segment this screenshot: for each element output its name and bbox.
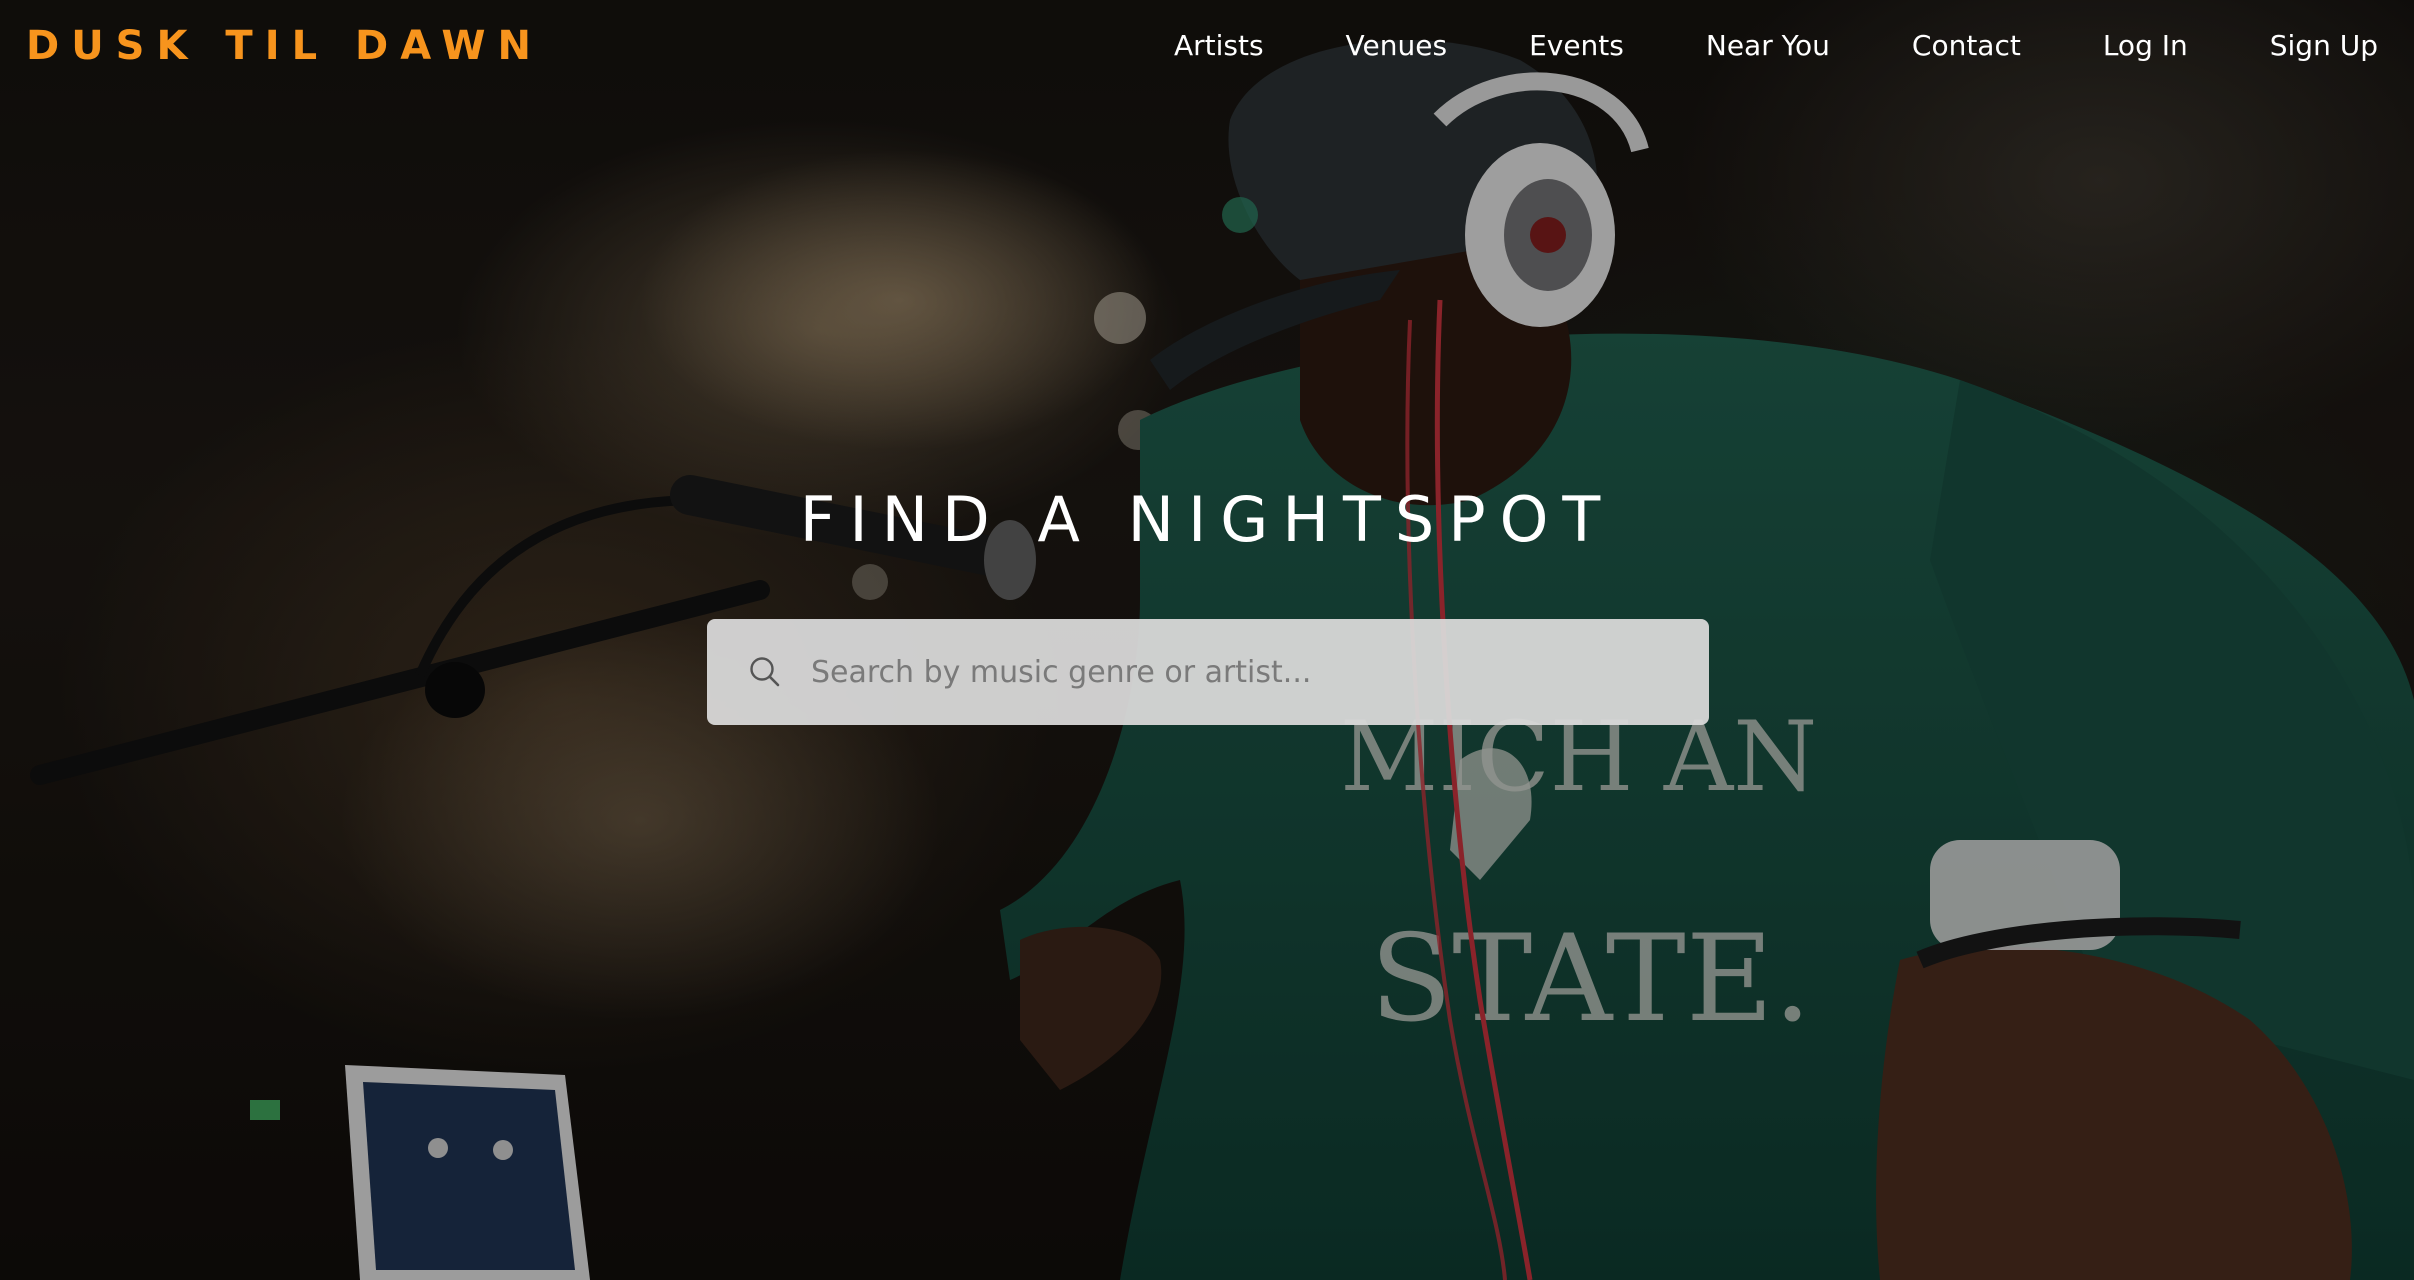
nav-item-sign-up[interactable]: Sign Up bbox=[2270, 26, 2378, 66]
hero-title: FIND A NIGHTSPOT bbox=[799, 483, 1615, 556]
nav-item-near-you[interactable]: Near You bbox=[1706, 26, 1830, 66]
nav-item-events[interactable]: Events bbox=[1529, 26, 1624, 66]
search-bar[interactable] bbox=[707, 619, 1709, 725]
search-input[interactable] bbox=[809, 641, 1679, 703]
nav-item-contact[interactable]: Contact bbox=[1912, 26, 2021, 66]
nav-item-log-in[interactable]: Log In bbox=[2103, 26, 2188, 66]
nav-item-venues[interactable]: Venues bbox=[1346, 26, 1448, 66]
nav-item-artists[interactable]: Artists bbox=[1174, 26, 1264, 66]
page: MICH AN STATE. DUSK TIL DAWN Artists Ven… bbox=[0, 0, 2414, 1280]
site-logo[interactable]: DUSK TIL DAWN bbox=[26, 22, 543, 70]
search-icon[interactable] bbox=[747, 654, 783, 690]
main-nav: Artists Venues Events Near You Contact L… bbox=[1174, 26, 2378, 66]
site-header: DUSK TIL DAWN Artists Venues Events Near… bbox=[0, 0, 2414, 96]
